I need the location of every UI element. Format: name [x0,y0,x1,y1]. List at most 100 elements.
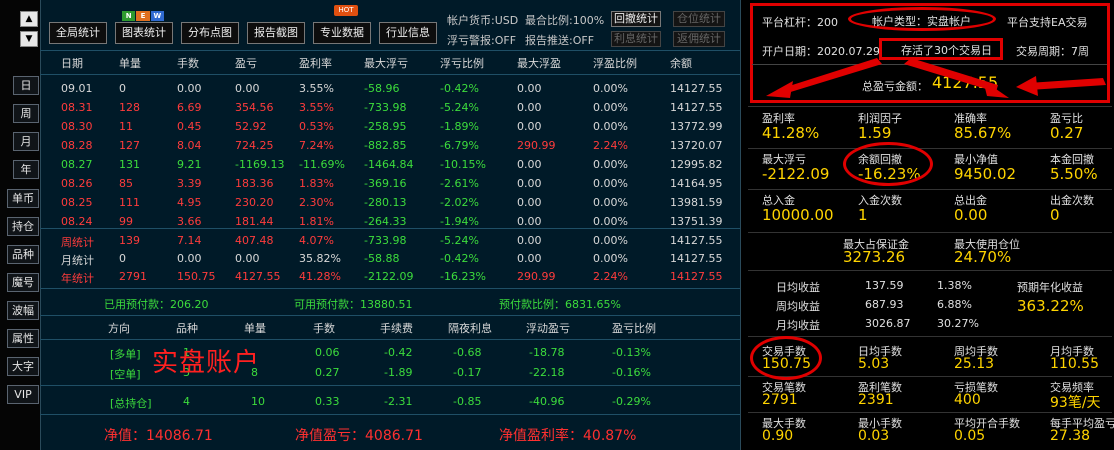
cell-orders: 99 [119,215,133,228]
cell-date: 08.27 [61,158,93,171]
pos-float-pnl: -18.78 [529,346,565,359]
properties-button[interactable]: 属性 [7,329,39,348]
cell-profit-rate: 7.24% [299,139,334,152]
drawdown-stats-button[interactable]: 回撤统计 [611,11,661,27]
pos-col-orders: 单量 [244,322,266,335]
arrow-right-shaft [904,58,998,92]
vip-button[interactable]: VIP [7,385,39,404]
cell-profit-rate: 1.81% [299,215,334,228]
pos-commission: -0.42 [384,346,413,359]
cell-date: 08.26 [61,177,93,190]
scroll-up-icon[interactable]: ▲ [20,11,38,27]
float-loss-alert: 浮亏警报:OFF [447,34,517,47]
cell-pnl: 52.92 [235,120,267,133]
pos-direction: [空单] [110,368,141,381]
income-amount: 687.93 [865,298,904,311]
pos-lots: 0.27 [315,366,340,379]
trade-lots-highlight [750,336,822,380]
col-pnl: 盈亏 [235,57,257,70]
cell-lots: 150.75 [177,270,216,283]
pos-commission: -1.89 [384,366,413,379]
income-percent: 6.88% [937,298,972,311]
period-year-button[interactable]: 年 [13,160,39,179]
metric-value: 25.13 [954,356,995,372]
metric-value: 1 [858,206,868,224]
metric-value: 27.38 [1050,428,1091,444]
income-label: 周均收益 [776,300,820,313]
cell-balance: 13720.07 [670,139,723,152]
cell-profit-rate: 0.53% [299,120,334,133]
divider [748,148,1112,149]
col-float-loss-ratio: 浮亏比例 [440,57,484,70]
cell-profit-rate: 35.82% [299,252,341,265]
cell-float-loss-ratio: -0.42% [440,252,479,265]
cell-max-float-loss: -264.33 [364,215,407,228]
pro-data-button[interactable]: 专业数据 [313,22,371,44]
divider [40,414,740,415]
amplitude-button[interactable]: 波幅 [7,301,39,320]
metric-value: 5.50% [1050,165,1098,183]
cell-max-float-profit: 0.00 [517,101,542,114]
divider [40,288,740,289]
interest-stats-button[interactable]: 利息统计 [611,31,661,47]
cell-balance: 13981.59 [670,196,723,209]
period-week-button[interactable]: 周 [13,104,39,123]
annual-return-label: 预期年化收益 [1017,281,1083,294]
cell-date: 09.01 [61,82,93,95]
global-stats-button[interactable]: 全局统计 [49,22,107,44]
metric-value: 5.03 [858,356,890,372]
col-lots: 手数 [177,57,199,70]
period-day-button[interactable]: 日 [13,76,39,95]
leverage: 平台杠杆：200 [762,16,838,29]
income-amount: 3026.87 [865,317,911,330]
annotation-arrows [766,58,1106,98]
cell-max-float-profit: 290.99 [517,139,556,152]
cell-max-float-profit: 0.00 [517,177,542,190]
industry-info-button[interactable]: 行业信息 [379,22,437,44]
metric-value: 1.59 [858,124,892,142]
cell-max-float-profit: 0.00 [517,82,542,95]
magic-number-button[interactable]: 魔号 [7,273,39,292]
period-month-button[interactable]: 月 [13,132,39,151]
metric-value: 2391 [858,392,894,408]
col-balance: 余额 [670,57,692,70]
cell-pnl: 407.48 [235,234,274,247]
report-push: 报告推送:OFF [525,34,595,47]
pos-swap: -0.68 [453,346,482,359]
chart-stats-button[interactable]: 图表统计 [115,22,173,44]
metric-value: 0.90 [762,428,794,444]
divider [40,74,740,75]
cell-max-float-loss: -1464.84 [364,158,414,171]
cell-float-profit-ratio: 0.00% [593,196,628,209]
income-percent: 1.38% [937,279,972,292]
cell-float-profit-ratio: 0.00% [593,252,628,265]
scroll-down-icon[interactable]: ▼ [20,31,38,47]
rebate-stats-button[interactable]: 返佣统计 [673,31,725,47]
cell-balance: 14127.55 [670,82,723,95]
col-profit-rate: 盈利率 [299,57,332,70]
cell-float-loss-ratio: -5.24% [440,234,479,247]
large-font-button[interactable]: 大字 [7,357,39,376]
symbol-button[interactable]: 品种 [7,245,39,264]
pos-lots: 0.06 [315,346,340,359]
new-badge-e: E [136,11,150,21]
pos-col-symbol: 品种 [176,322,198,335]
metric-value: 9450.02 [954,165,1017,183]
positions-button[interactable]: 持仓 [7,217,39,236]
divider [748,232,1112,233]
new-badge-w: W [150,11,164,21]
cell-max-float-loss: -369.16 [364,177,407,190]
used-margin: 已用预付款：206.20 [104,298,209,311]
arrow-mid-head [1016,76,1038,96]
real-account-overlay: 实盘账户 [152,348,261,378]
cell-pnl: 0.00 [235,82,260,95]
divider [40,339,740,340]
distribution-chart-button[interactable]: 分布点图 [181,22,239,44]
cell-pnl: 354.56 [235,101,274,114]
report-screenshot-button[interactable]: 报告截图 [247,22,305,44]
account-currency: 帐户货币:USD [447,14,519,27]
cell-float-profit-ratio: 0.00% [593,177,628,190]
position-stats-button[interactable]: 仓位统计 [673,11,725,27]
cell-orders: 127 [119,139,140,152]
single-currency-button[interactable]: 单币 [7,189,39,208]
